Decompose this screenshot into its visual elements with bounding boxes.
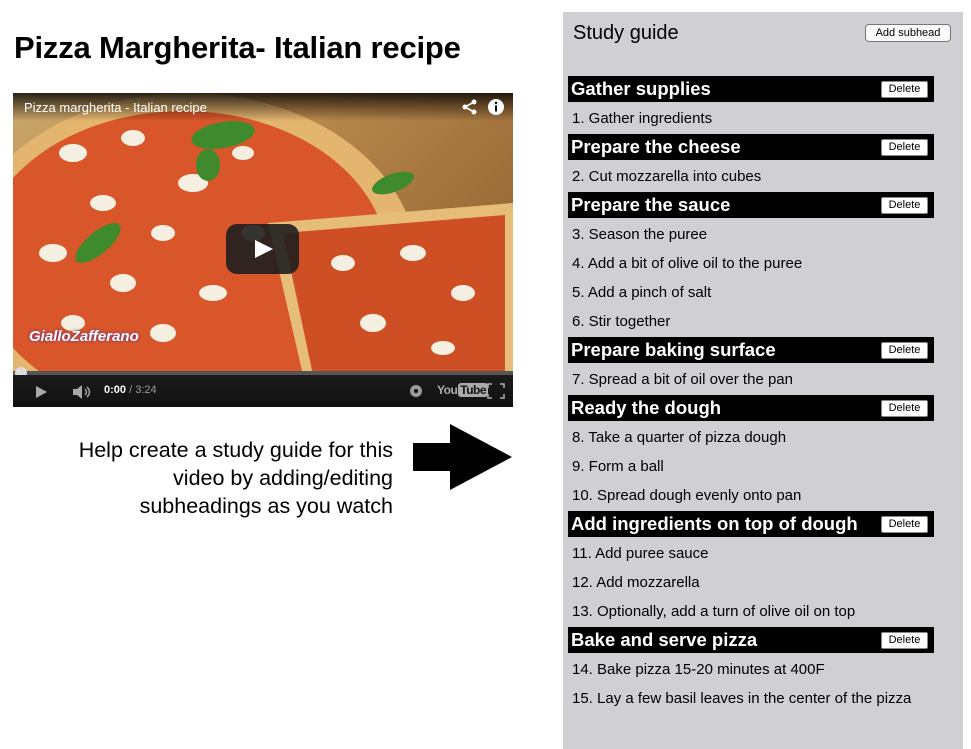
current-time: 0:00 bbox=[104, 384, 127, 396]
play-icon bbox=[255, 240, 273, 258]
step-item: 7. Spread a bit of oil over the pan bbox=[572, 371, 793, 388]
page-title: Pizza Margherita- Italian recipe bbox=[14, 30, 461, 65]
play-button[interactable] bbox=[226, 224, 299, 274]
delete-subhead-button[interactable]: Delete bbox=[881, 632, 928, 649]
share-icon[interactable] bbox=[461, 98, 479, 121]
video-title[interactable]: Pizza margherita - Italian recipe bbox=[24, 100, 207, 115]
step-item: 6. Stir together bbox=[572, 313, 671, 330]
step-item: 10. Spread dough evenly onto pan bbox=[572, 487, 802, 504]
subhead-label[interactable]: Prepare baking surface bbox=[571, 339, 776, 360]
step-item: 14. Bake pizza 15-20 minutes at 400F bbox=[572, 661, 825, 678]
fullscreen-icon[interactable] bbox=[487, 383, 505, 404]
time-separator: / bbox=[129, 384, 133, 396]
step-item: 11. Add puree sauce bbox=[572, 545, 709, 562]
step-item: 2. Cut mozzarella into cubes bbox=[572, 168, 762, 185]
subhead[interactable]: Prepare baking surface Delete bbox=[568, 337, 934, 363]
settings-icon[interactable] bbox=[409, 384, 423, 403]
delete-subhead-button[interactable]: Delete bbox=[881, 139, 928, 156]
step-item: 13. Optionally, add a turn of olive oil … bbox=[572, 603, 856, 620]
info-icon[interactable] bbox=[487, 98, 505, 121]
subhead-label[interactable]: Prepare the cheese bbox=[571, 136, 741, 157]
video-controls: 0:00 / 3:24 You Tube bbox=[13, 375, 513, 407]
instructions-text: Help create a study guide for this video … bbox=[30, 436, 393, 520]
channel-logo: GialloZafferano bbox=[29, 328, 139, 345]
youtube-logo-tube: Tube bbox=[458, 383, 489, 397]
subhead[interactable]: Prepare the sauce Delete bbox=[568, 192, 934, 218]
delete-subhead-button[interactable]: Delete bbox=[881, 81, 928, 98]
arrow-right-icon bbox=[413, 424, 512, 490]
time-display: 0:00 / 3:24 bbox=[104, 384, 157, 396]
study-guide-title: Study guide bbox=[573, 22, 679, 44]
delete-subhead-button[interactable]: Delete bbox=[881, 516, 928, 533]
subhead[interactable]: Add ingredients on top of dough Delete bbox=[568, 511, 934, 537]
subhead[interactable]: Prepare the cheese Delete bbox=[568, 134, 934, 160]
delete-subhead-button[interactable]: Delete bbox=[881, 400, 928, 417]
add-subhead-button[interactable]: Add subhead bbox=[865, 24, 951, 42]
subhead[interactable]: Gather supplies Delete bbox=[568, 76, 934, 102]
youtube-logo[interactable]: You Tube bbox=[437, 383, 489, 397]
subhead-label[interactable]: Add ingredients on top of dough bbox=[571, 513, 858, 534]
step-item: 1. Gather ingredients bbox=[572, 110, 713, 127]
subhead-label[interactable]: Gather supplies bbox=[571, 78, 711, 99]
step-item: 12. Add mozzarella bbox=[572, 574, 700, 591]
step-item: 9. Form a ball bbox=[572, 458, 664, 475]
subhead[interactable]: Ready the dough Delete bbox=[568, 395, 934, 421]
play-control-icon[interactable] bbox=[33, 384, 49, 405]
instructions-line-3: subheadings as you watch bbox=[139, 494, 393, 518]
volume-icon[interactable] bbox=[71, 384, 93, 405]
video-player[interactable]: Pizza margherita - Italian recipe Giallo… bbox=[13, 93, 513, 407]
study-guide-panel: Study guide Add subhead Gather supplies D… bbox=[563, 12, 963, 749]
step-item: 15. Lay a few basil leaves in the center… bbox=[572, 690, 912, 707]
subhead-label[interactable]: Bake and serve pizza bbox=[571, 629, 757, 650]
delete-subhead-button[interactable]: Delete bbox=[881, 342, 928, 359]
subhead-label[interactable]: Ready the dough bbox=[571, 397, 721, 418]
duration: 3:24 bbox=[135, 384, 157, 396]
youtube-logo-you: You bbox=[437, 383, 458, 397]
instructions-line-2: video by adding/editing bbox=[173, 466, 393, 490]
subhead[interactable]: Bake and serve pizza Delete bbox=[568, 627, 934, 653]
step-item: 4. Add a bit of olive oil to the puree bbox=[572, 255, 803, 272]
step-item: 3. Season the puree bbox=[572, 226, 708, 243]
study-guide-list: Gather supplies Delete 1. Gather ingredien… bbox=[568, 76, 934, 713]
subhead-label[interactable]: Prepare the sauce bbox=[571, 194, 730, 215]
video-top-bar: Pizza margherita - Italian recipe bbox=[13, 93, 513, 121]
step-item: 5. Add a pinch of salt bbox=[572, 284, 712, 301]
step-item: 8. Take a quarter of pizza dough bbox=[572, 429, 787, 446]
delete-subhead-button[interactable]: Delete bbox=[881, 197, 928, 214]
instructions-line-1: Help create a study guide for this bbox=[78, 438, 393, 462]
